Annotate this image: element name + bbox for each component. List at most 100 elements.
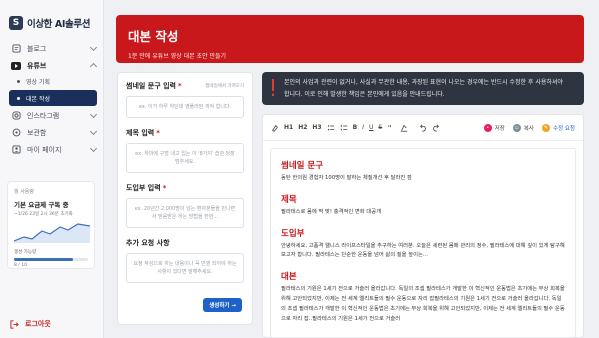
generate-button[interactable]: 생성하기 → — [203, 298, 242, 312]
field-label-text: 도입부 입력 — [126, 184, 161, 192]
usage-reset-time: ~1/26 23일 2시 36분 초기화 — [14, 212, 73, 217]
strikethrough-button[interactable]: S — [378, 124, 382, 131]
page-header: 대본 작성 1분 만에 유튜브 영상 대본 초안 만들기 — [116, 15, 584, 63]
logo-mark: S — [9, 16, 23, 30]
logout-button[interactable]: 로그아웃 — [10, 319, 51, 329]
intro-input[interactable]: ex. 20년간 2,000명이 넘는 환자분들을 만나면서 믿음받은 하는 방… — [126, 198, 244, 228]
usage-caption: 생성 가능량 — [14, 250, 37, 255]
additional-request-input[interactable]: 요청 작성으로 하는 내용이나 꼭 반영 되어야 하는 사항이 있다면 말해주세… — [126, 253, 244, 283]
heading1-button[interactable]: H1 — [284, 124, 293, 131]
instagram-icon — [11, 111, 21, 121]
heading2-button[interactable]: H2 — [298, 124, 307, 131]
logo[interactable]: S 이상한 AI솔루션 — [0, 0, 103, 32]
edit-icon: ✎ — [542, 123, 550, 132]
edit-request-label: 수정 요청 — [553, 125, 575, 132]
sidebar-subitem-label: 대본 작성 — [26, 95, 50, 103]
sidebar-nav: 블로그 유튜브 영상 기획 대본 작성 인스타그램 보관함 마이 페이지 — [0, 40, 103, 158]
youtube-icon — [11, 61, 21, 71]
copy-button[interactable]: ▫ 복사 — [512, 123, 534, 132]
title-input[interactable]: ex. 하마에 구멍 내고 입는 이 '8가지' 습관 당장 멈추세요. — [126, 143, 244, 173]
section-title: 제목 — [281, 194, 297, 205]
field-label-text: 제목 입력 — [126, 129, 155, 137]
usage-chart-graphic — [13, 223, 91, 243]
sidebar-item-label: 유튜브 — [27, 61, 47, 70]
sidebar-subitem-label: 영상 기획 — [26, 79, 50, 86]
save-icon: • — [483, 123, 492, 132]
page-title: 대본 작성 — [128, 29, 179, 44]
edit-request-button[interactable]: ✎ 수정 요청 — [542, 123, 575, 132]
sidebar-item-youtube[interactable]: 유튜브 — [0, 57, 103, 74]
field-label-text: 추가 요청 사항 — [126, 239, 170, 247]
chevron-up-icon — [89, 62, 98, 71]
usage-card: 월 사용량 기본 요금제 구독 중 ~1/26 23일 2시 36분 초기화 생… — [7, 181, 95, 269]
section-title: 대본 — [281, 272, 297, 283]
copy-icon: ▫ — [512, 123, 521, 132]
usage-plan: 기본 요금제 구독 중 — [14, 201, 69, 209]
user-icon — [11, 145, 21, 155]
intro-label: 도입부 입력 * — [126, 183, 244, 193]
quote-icon[interactable]: " — [387, 124, 395, 132]
bullet-icon — [17, 80, 20, 83]
section-body: 동탄 한의원 경험자 100명이 말하는 체질개선 후 달라진 점 — [281, 175, 412, 181]
sidebar-item-label: 블로그 — [27, 44, 47, 53]
sidebar: S 이상한 AI솔루션 블로그 유튜브 영상 기획 대본 작성 인스타그램 보관… — [0, 0, 104, 338]
script-document[interactable]: 썸네일 문구 동탄 한의원 경험자 100명이 말하는 체질개선 후 달라진 점… — [270, 148, 576, 338]
bullet-list-icon[interactable] — [327, 124, 335, 132]
sidebar-item-storage[interactable]: 보관함 — [0, 124, 103, 141]
sidebar-item-mypage[interactable]: 마이 페이지 — [0, 141, 103, 158]
chevron-down-icon — [89, 127, 98, 136]
format-icon[interactable] — [271, 124, 279, 132]
field-label-text: 썸네일 문구 입력 — [126, 82, 176, 90]
warning-notice: 본인의 사업과 관련이 없거나, 사실과 무관한 내용, 과장된 표현이 나오는… — [262, 72, 584, 105]
svg-text:": " — [388, 124, 392, 132]
required-mark: * — [177, 82, 182, 90]
thumbnail-text-input[interactable]: ex. 이거 하루 하던데 영플러떤 까져 합니다. — [126, 96, 244, 118]
editor-toolbar: H1 H2 H3 B I U S " • 저장 ▫ 복사 ✎ 수정 요청 — [263, 115, 583, 141]
thumbnail-text-label: 썸네일 문구 입력 * 썸네일에서 가져오기 — [126, 81, 244, 91]
italic-button[interactable]: I — [362, 124, 364, 131]
required-mark: * — [156, 129, 160, 137]
title-label: 제목 입력 * — [126, 128, 244, 138]
redo-icon[interactable] — [432, 124, 440, 132]
sidebar-item-label: 마이 페이지 — [27, 145, 62, 154]
bullet-icon — [17, 96, 20, 100]
section-body: 필라테스로 몸에 딱 맞! 충격적인 변화 대공개 — [281, 208, 381, 215]
underline-button[interactable]: U — [369, 124, 373, 131]
sidebar-subitem-script[interactable]: 대본 작성 — [9, 90, 97, 106]
chevron-down-icon — [89, 43, 98, 52]
import-from-thumbnail-link[interactable]: 썸네일에서 가져오기 — [205, 83, 244, 89]
sidebar-subitem-planning[interactable]: 영상 기획 — [0, 74, 103, 89]
app-title: 이상한 AI솔루션 — [27, 19, 91, 30]
sidebar-item-label: 보관함 — [27, 128, 47, 137]
usage-progress-fill — [14, 258, 74, 261]
notice-text: 본인의 사업과 관련이 없거나, 사실과 무관한 내용, 과장된 표현이 나오는… — [284, 77, 563, 100]
save-button[interactable]: • 저장 — [483, 123, 505, 132]
copy-label: 복사 — [523, 125, 534, 132]
logout-icon — [10, 319, 19, 329]
usage-count: 8 / 10 — [14, 263, 27, 268]
usage-progress-bar — [14, 258, 88, 261]
section-title: 도입부 — [281, 228, 305, 239]
undo-icon[interactable] — [419, 124, 427, 132]
script-editor: H1 H2 H3 B I U S " • 저장 ▫ 복사 ✎ 수정 요청 썸네일… — [262, 114, 584, 338]
heading3-button[interactable]: H3 — [312, 124, 321, 131]
script-input-form: 썸네일 문구 입력 * 썸네일에서 가져오기 ex. 이거 하루 하던데 영플러떤… — [117, 72, 253, 325]
storage-icon — [11, 128, 21, 138]
ordered-list-icon[interactable] — [340, 124, 348, 132]
required-mark: * — [162, 184, 167, 192]
sidebar-item-label: 인스타그램 — [27, 111, 60, 120]
chevron-down-icon — [89, 110, 98, 119]
section-body: 안녕하세요, 고품격 웰니스 라이프스타일을 추구하는 여러분. 오늘은 세련된… — [281, 242, 565, 259]
bold-button[interactable]: B — [353, 124, 358, 131]
usage-label: 월 사용량 — [14, 189, 34, 195]
clear-format-icon[interactable] — [400, 124, 408, 132]
logout-label: 로그아웃 — [25, 320, 51, 328]
save-label: 저장 — [494, 125, 505, 132]
page-subtitle: 1분 만에 유튜브 영상 대본 초안 만들기 — [128, 53, 227, 60]
sidebar-item-instagram[interactable]: 인스타그램 — [0, 107, 103, 124]
notice-line: 본인의 사업과 관련이 없거나, 사실과 무관한 내용, 과장된 표현이 나오는… — [284, 79, 563, 87]
exclamation-icon — [270, 78, 276, 99]
sidebar-item-blog[interactable]: 블로그 — [0, 40, 103, 57]
notice-line: 합니다. 이로 인해 발생한 책임은 본인에게 있음을 안내드립니다. — [284, 90, 445, 98]
section-body: 필라테스의 기원은 1세기 전으로 거슬러 올라갑니다. 독일의 조셉 필라테스… — [281, 286, 565, 322]
